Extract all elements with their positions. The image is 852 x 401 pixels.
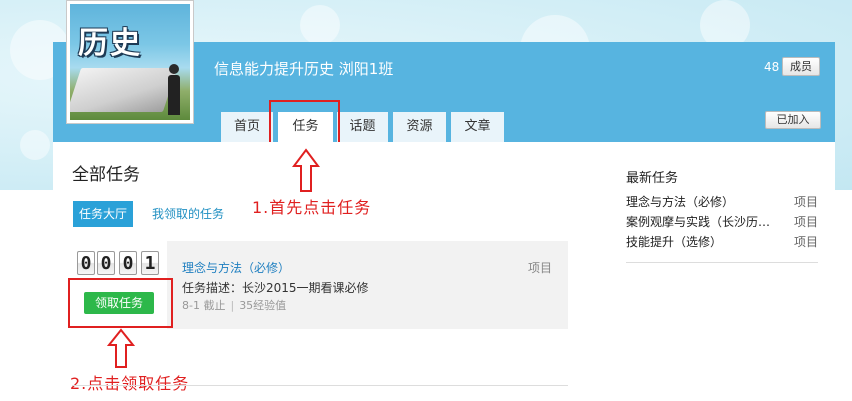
tab-articles[interactable]: 文章 <box>451 112 504 142</box>
sidebar-divider <box>626 262 818 263</box>
task-deadline: 8-1 截止 <box>182 299 226 312</box>
subtab-task-hall[interactable]: 任务大厅 <box>73 201 133 227</box>
task-meta: 8-1 截止 | 35经验值 <box>182 297 286 313</box>
joined-button[interactable]: 已加入 <box>765 111 821 129</box>
arrow-up-icon <box>106 328 136 368</box>
hint-step-2: 2.点击领取任务 <box>70 374 190 393</box>
person-illustration <box>168 64 180 116</box>
tab-topics[interactable]: 话题 <box>337 112 388 142</box>
counter-digit: 0 <box>97 251 115 275</box>
sidebar-task-link[interactable]: 理念与方法（必修） <box>626 193 776 210</box>
member-count: 48 <box>764 60 780 74</box>
cover-title: 历史 <box>78 26 142 61</box>
sidebar-task-link[interactable]: 案例观摩与实践（长沙历… <box>626 213 776 230</box>
sidebar-task-type: 项目 <box>794 235 819 249</box>
task-exp: 35经验值 <box>239 299 287 312</box>
meta-separator: | <box>230 299 235 312</box>
members-button[interactable]: 成员 <box>782 57 820 76</box>
task-description: 任务描述：长沙2015一期看课必修 <box>182 281 369 295</box>
counter-digit: 0 <box>119 251 137 275</box>
page-title: 全部任务 <box>72 165 140 185</box>
class-cover-image[interactable]: 历史 <box>66 0 194 124</box>
sidebar-task-type: 项目 <box>794 215 819 229</box>
task-name-link[interactable]: 理念与方法（必修） <box>182 259 290 276</box>
counter-digit: 0 <box>77 251 95 275</box>
sidebar-task-link[interactable]: 技能提升（选修） <box>626 233 776 250</box>
class-title[interactable]: 信息能力提升历史 浏阳1班 <box>214 58 393 79</box>
sidebar-title: 最新任务 <box>626 171 679 186</box>
task-type: 项目 <box>528 261 553 275</box>
hint-step-1: 1.首先点击任务 <box>252 198 372 217</box>
sidebar-task-type: 项目 <box>794 195 819 209</box>
divider <box>72 385 568 386</box>
tab-resources[interactable]: 资源 <box>393 112 446 142</box>
tab-home[interactable]: 首页 <box>221 112 273 142</box>
arrow-up-icon <box>292 148 320 192</box>
counter-digit: 1 <box>141 251 159 275</box>
laptop-illustration <box>70 68 178 112</box>
subtab-my-tasks[interactable]: 我领取的任务 <box>152 201 224 227</box>
annotation-box-claim-button <box>68 278 173 328</box>
